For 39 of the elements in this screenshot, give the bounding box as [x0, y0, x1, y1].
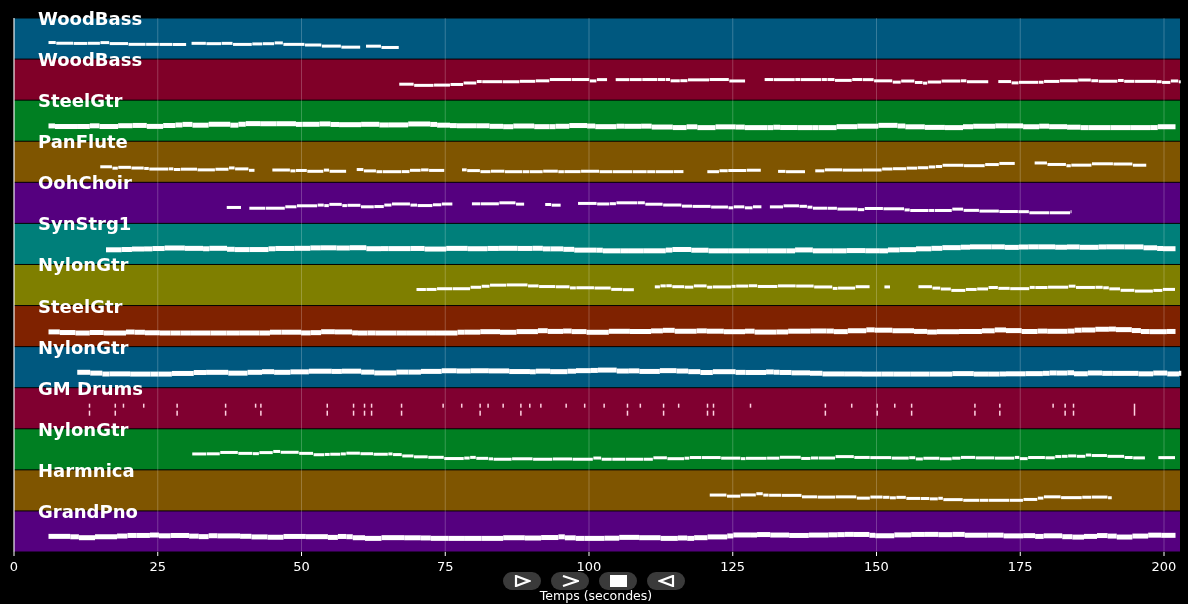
forward-button[interactable] [551, 572, 589, 590]
tick-mark [301, 551, 302, 557]
tick-label: 25 [149, 559, 166, 574]
track-label: SynStrg1 [38, 213, 132, 235]
tick-label: 75 [437, 559, 454, 574]
stop-button[interactable] [599, 572, 637, 590]
chevron-right-icon [561, 575, 579, 587]
tick-mark [1019, 551, 1021, 557]
track-label: SteelGtr [38, 90, 123, 112]
track-label: NylonGtr [38, 254, 129, 276]
track-label: SteelGtr [38, 295, 123, 317]
track-label: WoodBass [38, 8, 143, 29]
tick-mark [876, 551, 877, 557]
track-label: WoodBass [38, 49, 143, 71]
tick-mark [157, 551, 159, 557]
track-label: NylonGtr [38, 336, 129, 358]
tick-label: 125 [720, 559, 746, 574]
tick-label: 0 [9, 559, 19, 574]
tick-label: 150 [864, 559, 889, 574]
track-label: GM Drums [38, 377, 144, 399]
axis-label: Temps (secondes) [539, 588, 653, 603]
play-icon [513, 575, 531, 587]
reverse-button[interactable] [647, 572, 685, 590]
tick-label: 175 [1007, 559, 1033, 574]
track-label: Harmnica [38, 459, 135, 481]
track-label: NylonGtr [38, 418, 129, 440]
reverse-play-icon [657, 575, 675, 587]
tick-mark [588, 551, 590, 557]
track-label: OohChoir [38, 172, 132, 194]
track-label: PanFlute [38, 131, 128, 153]
tick-mark [444, 551, 446, 557]
play-button[interactable] [503, 572, 541, 590]
tick-label: 50 [293, 559, 310, 574]
tick-label: 100 [576, 559, 602, 574]
tick-mark [732, 551, 734, 557]
tick-mark [1163, 551, 1165, 557]
track-label: GrandPno [38, 500, 138, 522]
stop-icon [609, 575, 627, 587]
tick-label: 200 [1151, 559, 1177, 574]
